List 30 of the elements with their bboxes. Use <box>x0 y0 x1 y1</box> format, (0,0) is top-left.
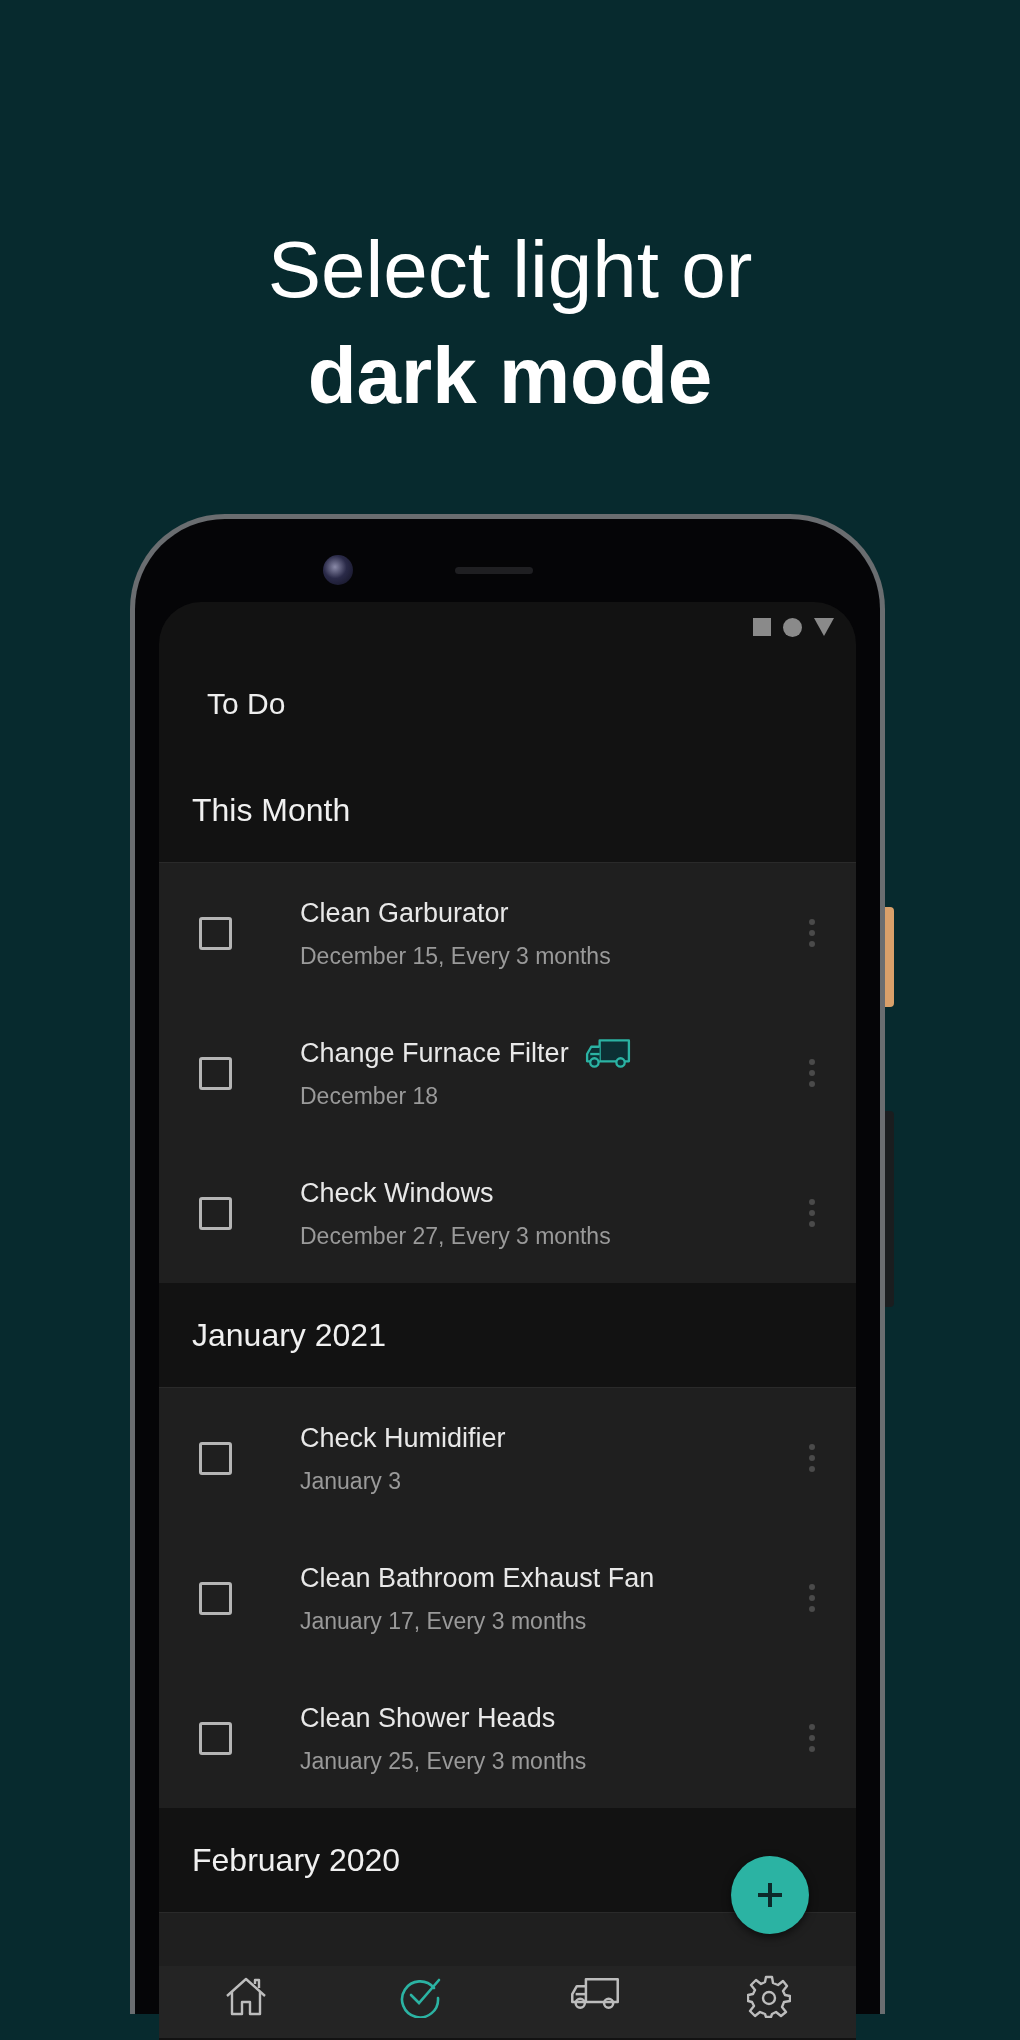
circle-icon <box>783 617 802 637</box>
task-date: January 3 <box>300 1467 402 1496</box>
task-title: Check Humidifier <box>300 1421 506 1455</box>
headline: dark mode <box>306 330 714 422</box>
task-title: Change Furnace Filter <box>300 1036 569 1070</box>
section-header: January 2021 <box>192 1316 386 1355</box>
checkbox[interactable] <box>199 1056 232 1090</box>
app-title: To Do <box>207 685 286 722</box>
gear-icon[interactable] <box>746 1974 791 2018</box>
task-date: January 17, Every 3 months <box>300 1607 588 1636</box>
task-date: December 27, Every 3 months <box>300 1222 612 1251</box>
task-title: Clean Bathroom Exhaust Fan <box>300 1561 655 1595</box>
checkbox[interactable] <box>199 1581 232 1615</box>
front-camera <box>323 555 353 585</box>
task-date: December 18 <box>300 1082 440 1111</box>
section-header: February 2020 <box>192 1841 401 1880</box>
plus-icon <box>755 1880 785 1910</box>
task-date: December 15, Every 3 months <box>300 942 612 971</box>
task-date: January 25, Every 3 months <box>300 1747 588 1776</box>
checkbox[interactable] <box>199 916 232 950</box>
section-header: This Month <box>192 791 351 830</box>
checkbox[interactable] <box>199 1441 232 1475</box>
task-title: Check Windows <box>300 1176 494 1210</box>
task-title: Clean Shower Heads <box>300 1701 556 1735</box>
task-title: Clean Garburator <box>300 896 509 930</box>
headline: Select light or <box>266 224 754 316</box>
checkbox[interactable] <box>199 1721 232 1755</box>
checkbox[interactable] <box>199 1196 232 1230</box>
square-icon <box>753 618 771 636</box>
triangle-icon <box>814 618 834 636</box>
